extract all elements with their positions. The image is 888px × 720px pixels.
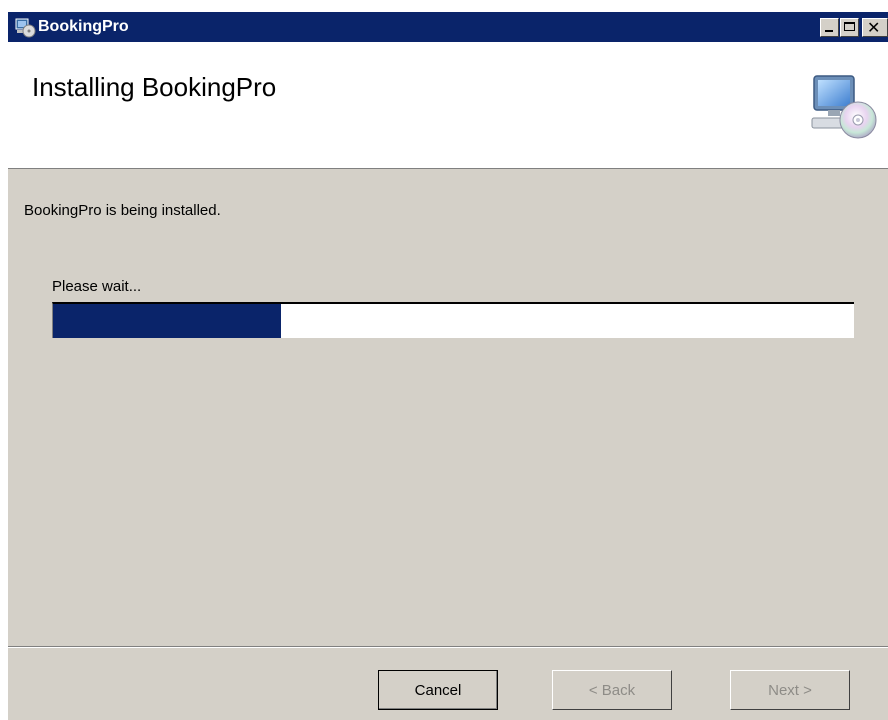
install-progress-bar [52, 302, 854, 338]
close-button[interactable]: ✕ [862, 18, 888, 37]
close-icon: ✕ [867, 18, 881, 37]
installer-app-icon [15, 18, 36, 38]
title-bar[interactable]: BookingPro ✕ [8, 12, 888, 42]
next-button[interactable]: Next > [730, 670, 850, 710]
back-button[interactable]: < Back [552, 670, 672, 710]
minimize-button[interactable] [820, 18, 839, 37]
computer-cd-icon [811, 75, 877, 139]
please-wait-label: Please wait... [52, 278, 142, 295]
progress-fill [53, 304, 282, 338]
installer-window: BookingPro ✕ Installing BookingPro Booki… [8, 0, 888, 720]
header-banner: Installing BookingPro [8, 42, 888, 169]
install-status-text: BookingPro is being installed. [24, 202, 221, 219]
cancel-button[interactable]: Cancel [378, 670, 498, 710]
window-title: BookingPro [38, 18, 129, 35]
maximize-button[interactable] [840, 18, 859, 37]
footer-divider-highlight [8, 647, 888, 648]
window-top-strip [8, 0, 888, 12]
page-title: Installing BookingPro [32, 72, 277, 102]
